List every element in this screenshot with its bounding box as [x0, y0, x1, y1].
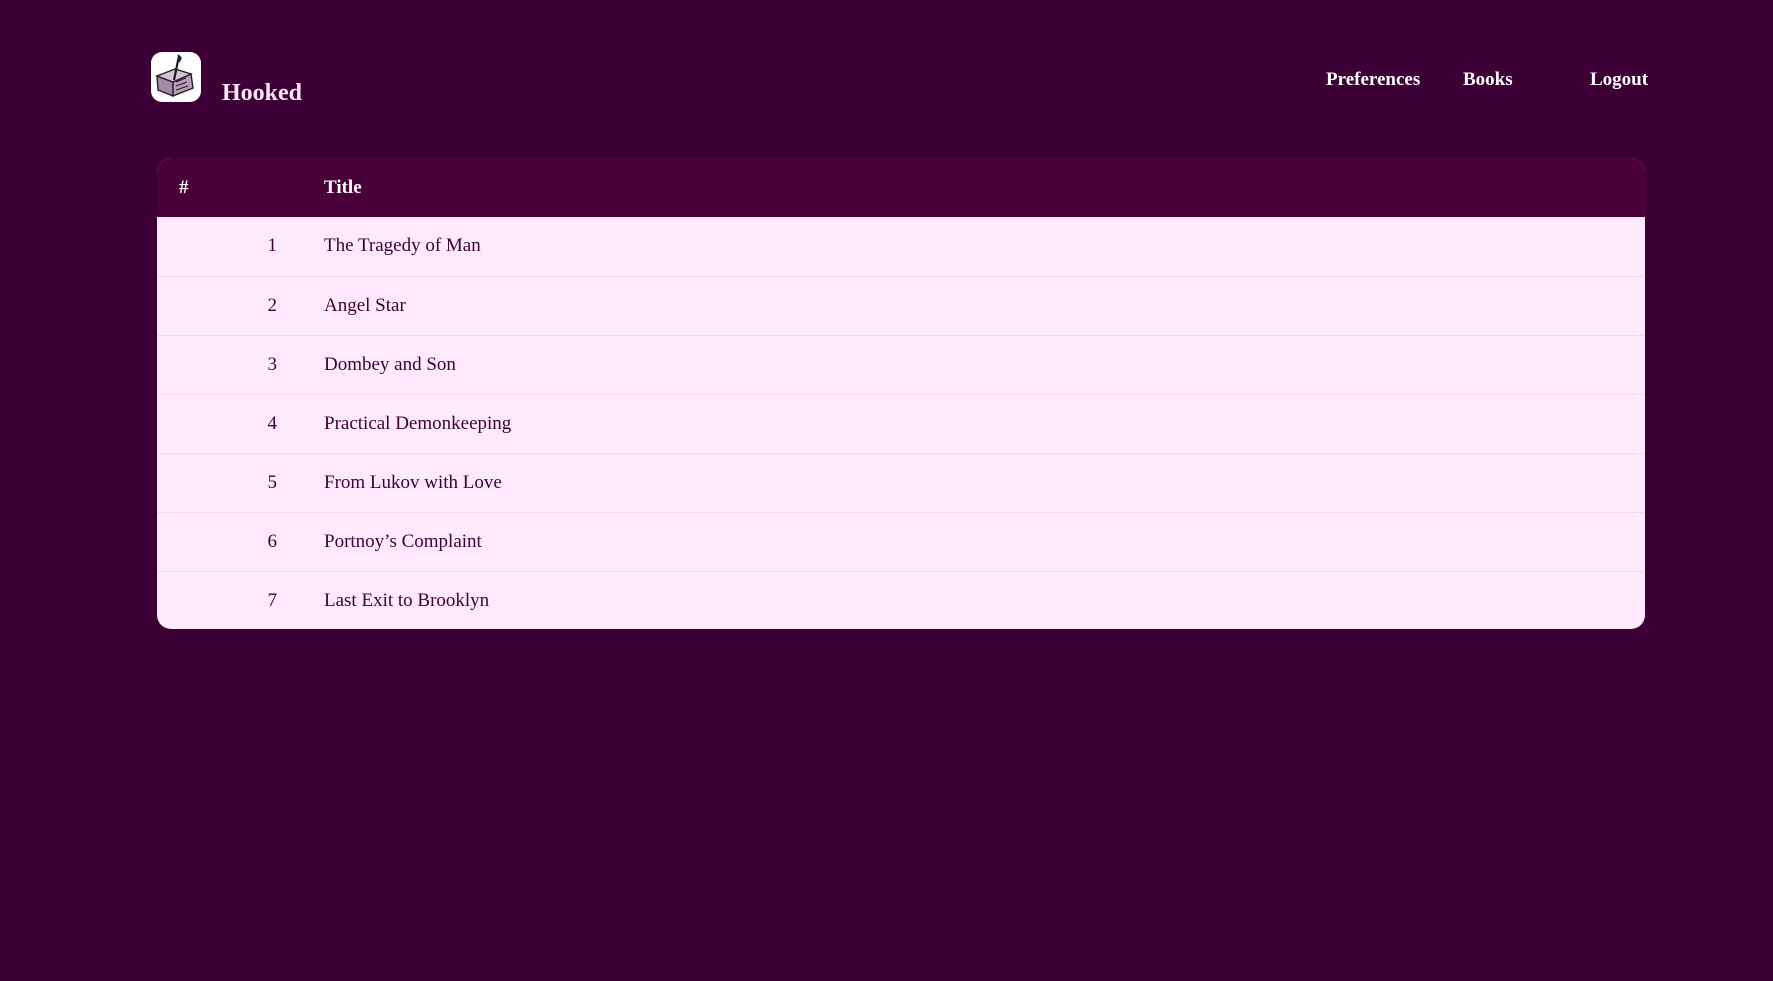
book-with-arrow-icon [155, 54, 194, 98]
table-header: # Title [157, 158, 1645, 217]
row-number: 4 [267, 413, 278, 434]
nav-logout-link[interactable]: Logout [1590, 68, 1648, 92]
table-row[interactable]: 7 Last Exit to Brooklyn [157, 571, 1645, 629]
table-row[interactable]: 2 Angel Star [157, 276, 1645, 335]
row-title: Last Exit to Brooklyn [324, 590, 490, 611]
row-number: 2 [267, 295, 278, 316]
column-header-number: # [179, 177, 189, 198]
row-title: Dombey and Son [324, 354, 456, 375]
row-number: 6 [267, 531, 278, 552]
app-name: Hooked [222, 80, 303, 106]
table-row[interactable]: 6 Portnoy’s Complaint [157, 512, 1645, 571]
table-row[interactable]: 1 The Tragedy of Man [157, 217, 1645, 276]
books-table: # Title 1 The Tragedy of Man 2 Angel Sta… [157, 158, 1645, 629]
app-logo[interactable] [151, 52, 201, 102]
row-title: Practical Demonkeeping [324, 413, 512, 434]
column-header-title: Title [324, 177, 362, 198]
row-number: 7 [267, 590, 278, 611]
row-title: Angel Star [324, 295, 406, 316]
nav-books-link[interactable]: Books [1463, 68, 1513, 92]
row-number: 1 [267, 235, 278, 256]
row-title: Portnoy’s Complaint [324, 531, 482, 552]
table-row[interactable]: 5 From Lukov with Love [157, 453, 1645, 512]
table-row[interactable]: 3 Dombey and Son [157, 335, 1645, 394]
nav-preferences-link[interactable]: Preferences [1326, 68, 1420, 92]
row-title: From Lukov with Love [324, 472, 502, 493]
row-title: The Tragedy of Man [324, 235, 481, 256]
row-number: 5 [267, 472, 278, 493]
table-body: 1 The Tragedy of Man 2 Angel Star 3 Domb… [157, 217, 1645, 629]
row-number: 3 [267, 354, 278, 375]
table-row[interactable]: 4 Practical Demonkeeping [157, 394, 1645, 453]
